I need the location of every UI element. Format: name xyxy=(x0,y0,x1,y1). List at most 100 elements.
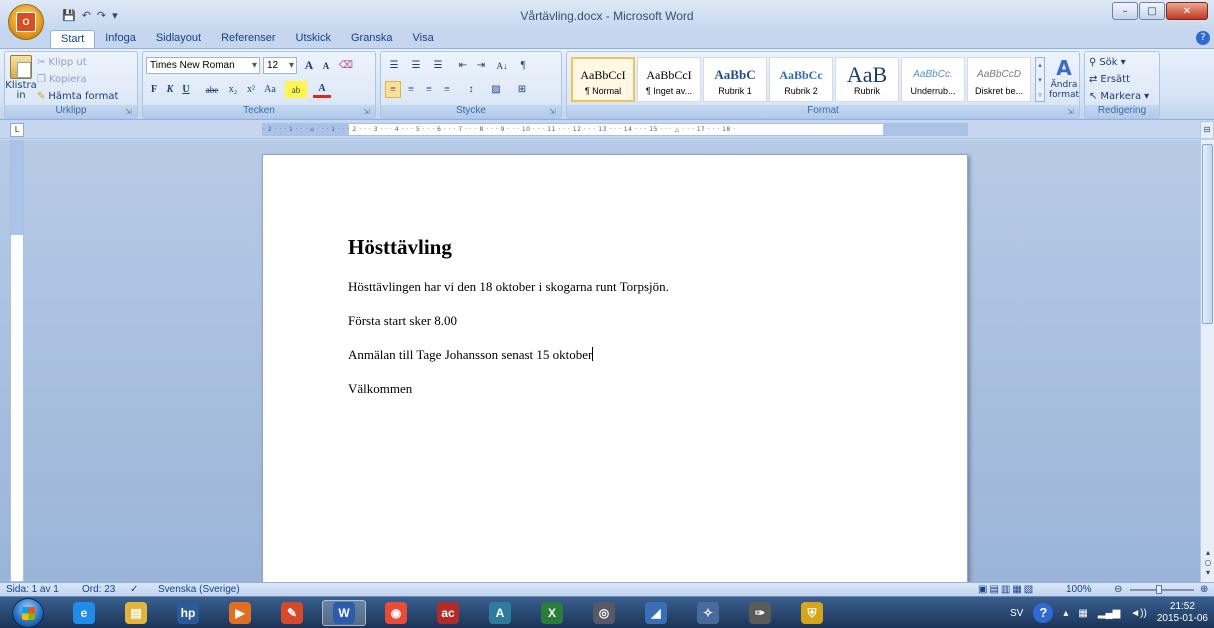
style-subtitle[interactable]: AaBbCc. Underrub... xyxy=(901,57,965,102)
select-button[interactable]: ↖ Markera ▾ xyxy=(1089,89,1149,103)
cut-button[interactable]: ✂ Klipp ut xyxy=(37,55,87,69)
zoom-in-icon[interactable]: ⊕ xyxy=(1200,584,1208,595)
close-button[interactable]: ✕ xyxy=(1166,2,1208,20)
tab-start[interactable]: Start xyxy=(50,30,96,48)
underline-button[interactable]: U xyxy=(179,81,193,98)
styles-scroll[interactable]: ▴ ▾ ▿ xyxy=(1035,57,1045,102)
find-button[interactable]: ⚲ Sök ▾ xyxy=(1089,55,1126,69)
proofing-icon[interactable]: ✓ xyxy=(130,584,138,595)
tab-sidlayout[interactable]: Sidlayout xyxy=(146,30,211,48)
taskbar-app-word[interactable]: W xyxy=(322,600,366,626)
sort-button[interactable]: A↓ xyxy=(493,57,511,74)
clock[interactable]: 21:52 2015-01-06 xyxy=(1157,601,1208,625)
replace-button[interactable]: ⇄ Ersätt xyxy=(1089,72,1130,86)
format-painter-button[interactable]: ✎ Hämta format xyxy=(37,89,118,103)
bold-button[interactable]: F xyxy=(147,81,161,98)
taskbar-app-paint[interactable]: ✎ xyxy=(270,600,314,626)
taskbar-app-internet-explorer[interactable]: e xyxy=(62,600,106,626)
superscript-button[interactable]: x² xyxy=(243,81,259,98)
language-indicator-tray[interactable]: SV xyxy=(1010,608,1023,619)
taskbar-app-publisher[interactable]: A xyxy=(478,600,522,626)
help-icon[interactable]: ? xyxy=(1196,31,1210,45)
bullets-button[interactable]: ☰ xyxy=(385,57,403,74)
font-family-select[interactable]: Times New Roman ▾ xyxy=(146,57,260,74)
volume-icon[interactable]: ◄)) xyxy=(1130,608,1147,619)
tab-infoga[interactable]: Infoga xyxy=(95,30,146,48)
tab-granska[interactable]: Granska xyxy=(341,30,403,48)
taskbar-app-tools[interactable]: ✧ xyxy=(686,600,730,626)
minimize-button[interactable]: – xyxy=(1112,2,1138,20)
style-title[interactable]: AaB Rubrik xyxy=(835,57,899,102)
shrink-font-button[interactable]: A xyxy=(318,57,334,74)
taskbar-app-media[interactable]: ▶ xyxy=(218,600,262,626)
tab-utskick[interactable]: Utskick xyxy=(286,30,341,48)
vertical-ruler[interactable] xyxy=(10,140,24,582)
horizontal-ruler[interactable]: · 2 · · · 1 · · · ⌂ · · · 1 · · · 2 · · … xyxy=(262,123,968,136)
document-paragraph[interactable]: Anmälan till Tage Johansson senast 15 ok… xyxy=(348,347,594,363)
help-icon[interactable]: ? xyxy=(1033,603,1054,623)
start-button[interactable] xyxy=(12,598,44,628)
view-buttons[interactable]: ▣▤▥▦▧ xyxy=(978,584,1035,595)
word-count[interactable]: Ord: 23 xyxy=(82,584,115,595)
taskbar-app-security[interactable]: ⛨ xyxy=(790,600,834,626)
numbering-button[interactable]: ☰ xyxy=(407,57,425,74)
change-styles-button[interactable]: A Ändra format xyxy=(1049,56,1079,104)
view-ruler-icon[interactable]: ⊟ xyxy=(1200,121,1214,139)
strikethrough-button[interactable]: abe xyxy=(201,81,223,98)
line-spacing-button[interactable]: ↕ xyxy=(461,81,481,98)
styles-launcher-icon[interactable]: ⇲ xyxy=(1067,107,1076,116)
highlight-button[interactable]: ab xyxy=(285,81,307,98)
show-hidden-icons-icon[interactable]: ▴ xyxy=(1063,608,1068,619)
align-right-button[interactable]: ≡ xyxy=(421,81,437,98)
taskbar-app-mic[interactable]: ✑ xyxy=(738,600,782,626)
italic-button[interactable]: K xyxy=(163,81,177,98)
font-launcher-icon[interactable]: ⇲ xyxy=(363,107,372,116)
taskbar-app-notes[interactable]: ◢ xyxy=(634,600,678,626)
clipboard-launcher-icon[interactable]: ⇲ xyxy=(125,107,134,116)
style-no-spacing[interactable]: AaBbCcI ¶ Inget av... xyxy=(637,57,701,102)
taskbar-app-access[interactable]: ac xyxy=(426,600,470,626)
taskbar-app-hp[interactable]: hp xyxy=(166,600,210,626)
subscript-button[interactable]: x₂ xyxy=(225,81,241,98)
justify-button[interactable]: ≡ xyxy=(439,81,455,98)
zoom-slider-thumb[interactable] xyxy=(1156,585,1162,594)
zoom-slider[interactable] xyxy=(1130,589,1194,591)
browse-object-icon[interactable]: ▴ ○ ▾ xyxy=(1203,548,1213,578)
font-size-select[interactable]: 12 ▾ xyxy=(263,57,297,74)
paragraph-launcher-icon[interactable]: ⇲ xyxy=(549,107,558,116)
network-icon[interactable]: ▦ xyxy=(1078,608,1087,619)
signal-icon[interactable]: ▂▄▆ xyxy=(1098,608,1120,619)
increase-indent-button[interactable]: ⇥ xyxy=(473,57,489,74)
language-indicator[interactable]: Svenska (Sverige) xyxy=(158,584,240,595)
document-heading[interactable]: Hösttävling xyxy=(348,235,452,260)
paste-button[interactable]: Klistra in xyxy=(5,55,37,105)
maximize-button[interactable]: □ xyxy=(1139,2,1165,20)
grow-font-button[interactable]: A xyxy=(301,57,317,74)
zoom-level[interactable]: 100% xyxy=(1066,584,1092,595)
office-button[interactable]: O xyxy=(8,4,44,40)
shading-button[interactable]: ▨ xyxy=(485,81,507,98)
zoom-out-icon[interactable]: ⊖ xyxy=(1114,584,1122,595)
tab-selector[interactable]: L xyxy=(10,123,24,137)
borders-button[interactable]: ⊞ xyxy=(511,81,533,98)
multilevel-list-button[interactable]: ☰ xyxy=(429,57,447,74)
decrease-indent-button[interactable]: ⇤ xyxy=(455,57,471,74)
page-count[interactable]: Sida: 1 av 1 xyxy=(6,584,59,595)
taskbar-app-remote[interactable]: ◎ xyxy=(582,600,626,626)
align-center-button[interactable]: ≡ xyxy=(403,81,419,98)
change-case-button[interactable]: Aa xyxy=(261,81,279,98)
document-paragraph[interactable]: Första start sker 8.00 xyxy=(348,313,457,329)
taskbar-app-chrome[interactable]: ◉ xyxy=(374,600,418,626)
document-page[interactable]: Hösttävling Hösttävlingen har vi den 18 … xyxy=(262,154,968,582)
scrollbar-thumb[interactable] xyxy=(1202,144,1213,324)
style-heading-1[interactable]: AaBbC Rubrik 1 xyxy=(703,57,767,102)
taskbar-app-excel[interactable]: X xyxy=(530,600,574,626)
style-heading-2[interactable]: AaBbCc Rubrik 2 xyxy=(769,57,833,102)
document-paragraph[interactable]: Välkommen xyxy=(348,381,412,397)
style-normal[interactable]: AaBbCcI ¶ Normal xyxy=(571,57,635,102)
align-left-button[interactable]: ≡ xyxy=(385,81,401,98)
vertical-scrollbar[interactable]: ▴ ○ ▾ xyxy=(1200,140,1214,582)
document-paragraph[interactable]: Hösttävlingen har vi den 18 oktober i sk… xyxy=(348,279,669,295)
tab-referenser[interactable]: Referenser xyxy=(211,30,285,48)
tab-visa[interactable]: Visa xyxy=(403,30,444,48)
